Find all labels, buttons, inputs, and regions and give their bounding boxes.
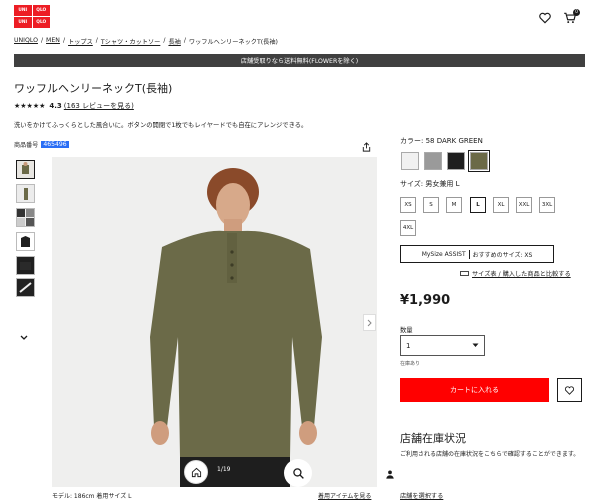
quantity-value: 1 <box>406 341 411 350</box>
quantity-select[interactable]: 1 <box>400 335 485 356</box>
home-icon[interactable] <box>184 460 208 484</box>
heart-icon <box>564 385 575 395</box>
size-4xl[interactable]: 4XL <box>400 220 416 236</box>
mysize-assist-button[interactable]: MySize ASSIST おすすめのサイズ: XS <box>400 245 554 263</box>
thumbnail-3[interactable] <box>16 208 35 227</box>
size-xs[interactable]: XS <box>400 197 416 213</box>
breadcrumb-separator: / <box>95 37 98 44</box>
slide-counter: 1/19 <box>217 466 231 473</box>
size-chart-label: サイズ表 / 購入した商品と比較する <box>472 271 571 278</box>
divider <box>468 249 470 259</box>
zoom-icon[interactable] <box>284 459 312 487</box>
rating-value: 4.3 <box>49 102 62 110</box>
color-swatch-white[interactable] <box>401 152 419 170</box>
logo-cell: QLO <box>32 5 50 16</box>
select-store-link[interactable]: 店舗を選択する <box>400 491 443 500</box>
price: ¥1,990 <box>400 293 451 308</box>
worn-items-link[interactable]: 着用アイテムを見る <box>318 491 371 500</box>
size-xl[interactable]: XL <box>493 197 509 213</box>
size-label: サイズ: 男女兼用 L <box>400 180 460 188</box>
mysize-recommendation: おすすめのサイズ: XS <box>472 251 533 259</box>
product-number-label: 商品番号 <box>14 142 39 149</box>
color-swatch-gray[interactable] <box>424 152 442 170</box>
product-description: 洗いをかけてふっくらとした風合いに。ボタンの開閉で1枚でもレイヤードでも自在にア… <box>14 122 308 129</box>
uniqlo-logo[interactable]: UNI QLO UNI QLO <box>14 5 50 28</box>
breadcrumb-item-uniqlo[interactable]: UNIQLO <box>14 37 38 46</box>
heart-icon[interactable] <box>538 10 552 24</box>
favorite-button[interactable] <box>557 378 582 402</box>
thumbnail-5[interactable] <box>16 256 35 275</box>
shipping-banner[interactable]: 店舗受取りなら送料無料(FLOWERを除く) <box>14 54 585 67</box>
breadcrumb-separator: / <box>163 37 166 44</box>
breadcrumb-item-men[interactable]: MEN <box>46 37 60 46</box>
breadcrumb-item-current: ワッフルヘンリーネックT(長袖) <box>188 39 278 46</box>
thumbnail-1[interactable] <box>16 160 35 179</box>
chevron-down-icon[interactable] <box>20 334 28 343</box>
size-m[interactable]: M <box>446 197 462 213</box>
logo-cell: UNI <box>14 17 32 28</box>
breadcrumb-separator: / <box>40 37 44 44</box>
product-number: 商品番号 465496 <box>14 140 69 149</box>
rating-row: ★★★★★ 4.3 (163 レビューを見る) <box>14 101 134 111</box>
color-label: カラー: 58 DARK GREEN <box>400 137 483 145</box>
rating-stars: ★★★★★ <box>14 102 46 110</box>
store-stock-title: 店舗在庫状況 <box>400 432 466 445</box>
breadcrumb-item-longsleeve[interactable]: 長袖 <box>168 37 180 46</box>
color-swatch-dark-green[interactable] <box>468 150 490 172</box>
chevron-down-icon <box>472 343 479 347</box>
mysize-label: MySize ASSIST <box>421 250 466 258</box>
breadcrumb: UNIQLO / MEN / トップス / Tシャツ・カットソー / 長袖 / … <box>14 37 278 46</box>
thumbnail-6[interactable] <box>16 278 35 297</box>
ruler-icon <box>460 271 469 276</box>
cart-count-badge: 0 <box>573 9 580 16</box>
size-chart-link[interactable]: サイズ表 / 購入した商品と比較する <box>460 269 571 278</box>
breadcrumb-item-tops[interactable]: トップス <box>68 37 93 46</box>
reviews-link[interactable]: (163 レビューを見る) <box>64 101 134 111</box>
store-stock-description: ご利用される店舗の在庫状況をこちらで確認することができます。 <box>400 451 580 458</box>
stock-note: 在庫あり <box>400 361 421 367</box>
size-xxl[interactable]: XXL <box>516 197 532 213</box>
color-swatch-black[interactable] <box>447 152 465 170</box>
breadcrumb-item-tshirts[interactable]: Tシャツ・カットソー <box>101 37 160 46</box>
next-image-button[interactable] <box>363 314 376 331</box>
product-number-value: 465496 <box>41 141 69 148</box>
logo-cell: UNI <box>14 5 32 16</box>
quantity-label: 数量 <box>400 327 413 334</box>
size-3xl[interactable]: 3XL <box>539 197 555 213</box>
product-title: ワッフルヘンリーネックT(長袖) <box>14 82 173 95</box>
breadcrumb-separator: / <box>183 37 186 44</box>
size-s[interactable]: S <box>423 197 439 213</box>
logo-cell: QLO <box>32 17 50 28</box>
size-l[interactable]: L <box>470 197 486 213</box>
thumbnail-2[interactable] <box>16 184 35 203</box>
model-info: モデル: 186cm 着用サイズ L <box>52 493 132 500</box>
product-image[interactable] <box>52 157 377 487</box>
person-icon <box>385 465 395 484</box>
thumbnail-4[interactable] <box>16 232 35 251</box>
breadcrumb-separator: / <box>62 37 66 44</box>
share-icon[interactable] <box>361 138 372 157</box>
add-to-cart-button[interactable]: カートに入れる <box>400 378 549 402</box>
